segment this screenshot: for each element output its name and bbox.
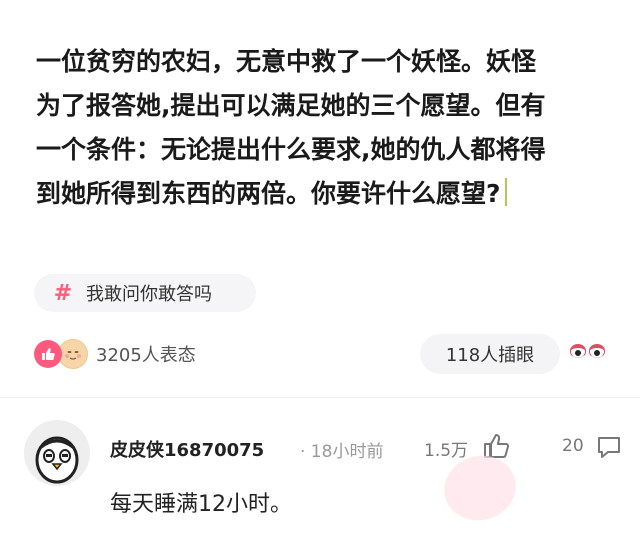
comment-reply-count: 20 — [562, 436, 584, 456]
question-line: 一个条件：无论提出什么要求,她的仇人都将得 — [36, 135, 546, 164]
question-line: 为了报答她,提出可以满足她的三个愿望。但有 — [36, 91, 546, 120]
bookmark-eyes-button[interactable]: 118人插眼 — [420, 334, 560, 374]
comment-like-count: 1.5万 — [424, 441, 469, 461]
divider — [0, 397, 640, 398]
topic-label: 我敢问你敢答吗 — [86, 284, 212, 305]
comment-text: 每天睡满12小时。 — [110, 492, 292, 517]
like-icon — [34, 340, 62, 368]
question-line: 到她所得到东西的两倍。你要许什么愿望? — [36, 172, 606, 216]
post-question: 一位贫穷的农妇，无意中救了一个妖怪。妖怪 为了报答她,提出可以满足她的三个愿望。… — [36, 40, 606, 216]
topic-chip[interactable]: # 我敢问你敢答吗 — [34, 274, 256, 312]
comment-username[interactable]: 皮皮侠16870075 — [110, 436, 264, 462]
reaction-summary[interactable]: 3205人表态 — [34, 334, 196, 374]
avatar-penguin — [24, 420, 90, 486]
comment-time: · 18小时前 — [300, 442, 384, 462]
question-line: 一位贫穷的农妇，无意中救了一个妖怪。妖怪 — [36, 47, 537, 76]
eyes-count: 118人插眼 — [445, 345, 535, 366]
eyes-icon[interactable] — [570, 344, 605, 358]
reaction-count: 3205人表态 — [96, 345, 196, 366]
text-cursor — [504, 178, 507, 206]
hash-icon: # — [53, 280, 73, 306]
face-icon — [58, 339, 88, 369]
eye-left — [570, 344, 586, 358]
avatar[interactable] — [24, 420, 90, 486]
reply-icon[interactable] — [596, 434, 622, 464]
question-line-text: 到她所得到东西的两倍。你要许什么愿望? — [36, 179, 501, 208]
eye-right — [589, 344, 605, 358]
